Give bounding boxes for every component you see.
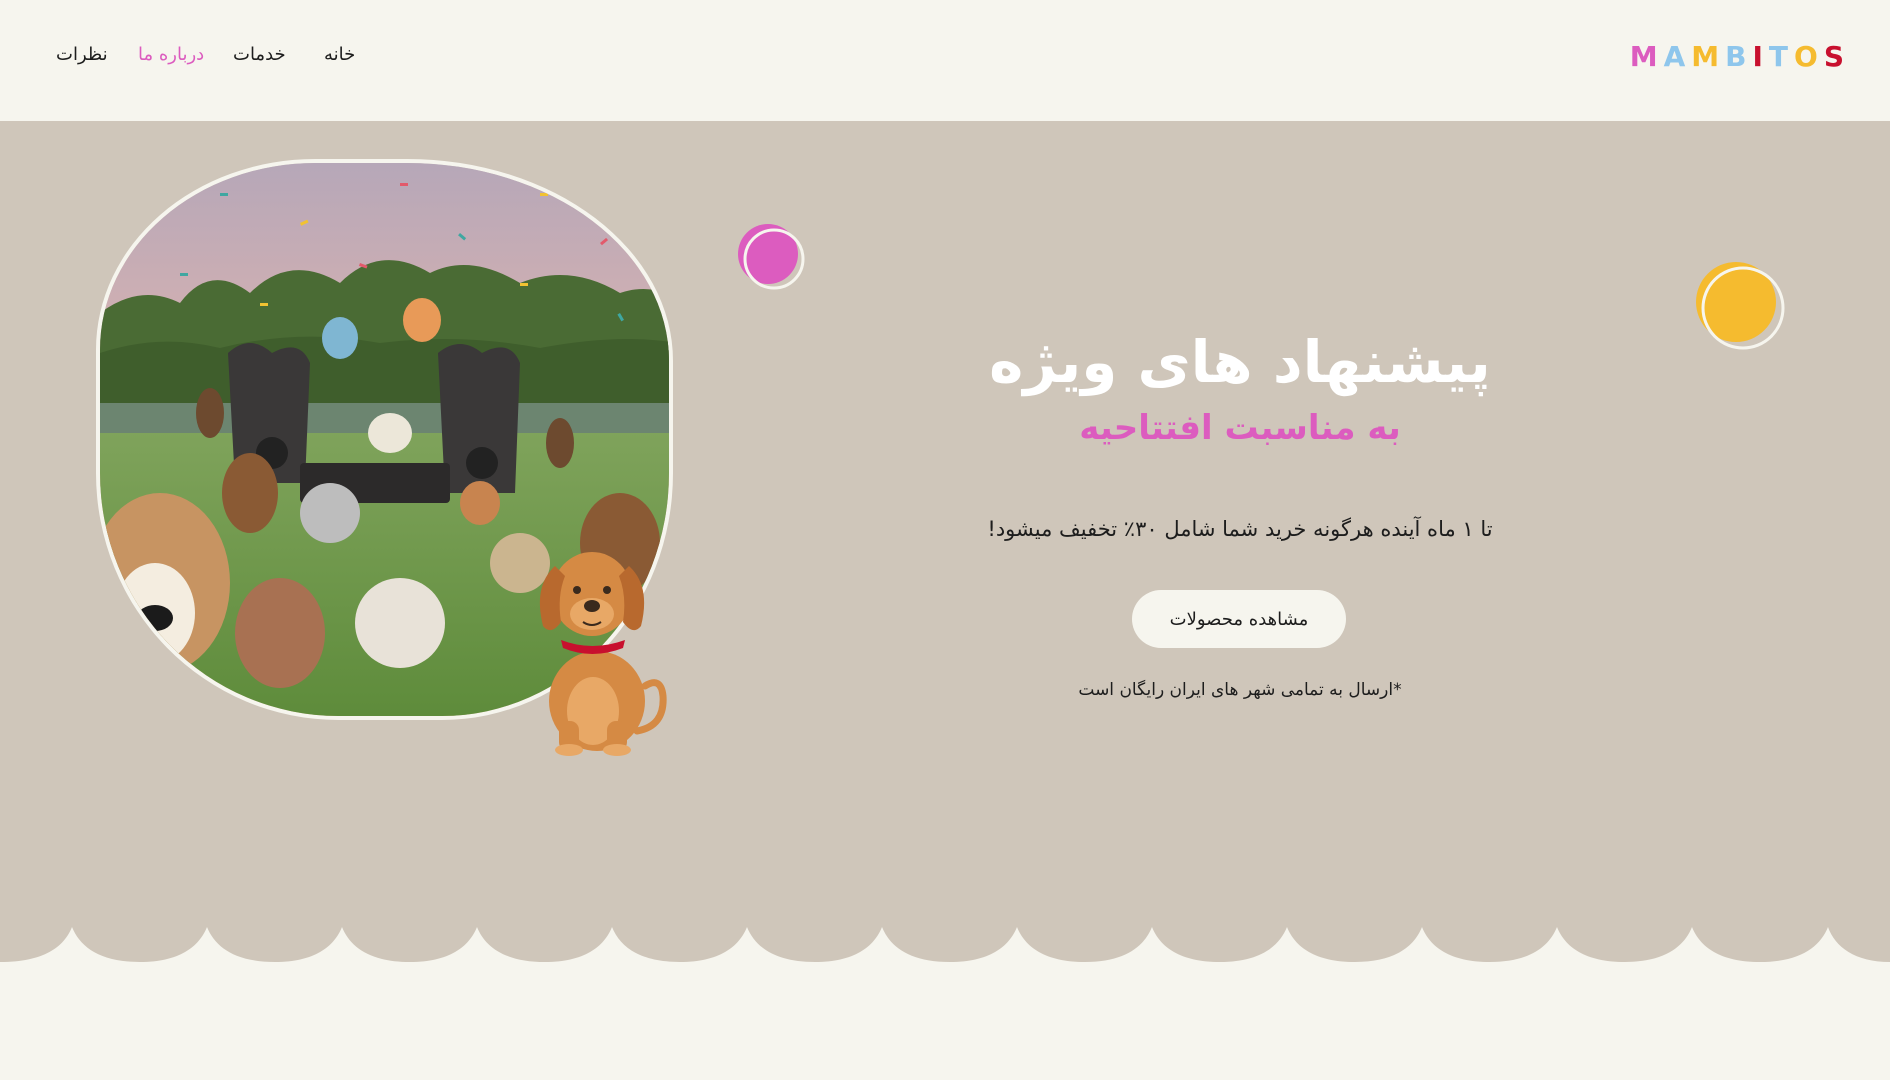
site-header: نظرات درباره ما خدمات خانه M A M B I T O… [0,0,1890,121]
page: نظرات درباره ما خدمات خانه M A M B I T O… [0,0,1890,1080]
hero-subtitle: به مناسبت افتتاحیه [1079,408,1401,449]
logo-letter: S [1823,40,1844,73]
view-products-button[interactable]: مشاهده محصولات [1132,590,1346,648]
scalloped-divider [0,905,1890,962]
yellow-circle-icon [1696,262,1785,350]
logo-letter: T [1768,40,1789,73]
logo-letter: I [1752,40,1763,73]
logo-letter: M [1629,40,1658,73]
logo-letter: O [1794,40,1818,73]
brand-logo[interactable]: M A M B I T O S [1630,40,1844,73]
cartoon-dog-icon [539,552,667,756]
logo-letter: B [1725,40,1747,73]
shipping-note: *ارسال به تمامی شهر های ایران رایگان است [1078,680,1402,700]
pink-circle-icon [738,224,805,290]
nav-item-reviews[interactable]: نظرات [56,44,108,65]
hero-description: تا ۱ ماه آینده هرگونه خرید شما شامل ۳۰٪ … [987,517,1493,541]
nav-item-about[interactable]: درباره ما [138,44,204,65]
hero-title: پیشنهاد های ویژه [989,327,1491,396]
nav-item-home[interactable]: خانه [324,44,355,65]
nav-item-services[interactable]: خدمات [233,44,286,65]
logo-letter: M [1691,40,1720,73]
logo-letter: A [1663,40,1686,73]
